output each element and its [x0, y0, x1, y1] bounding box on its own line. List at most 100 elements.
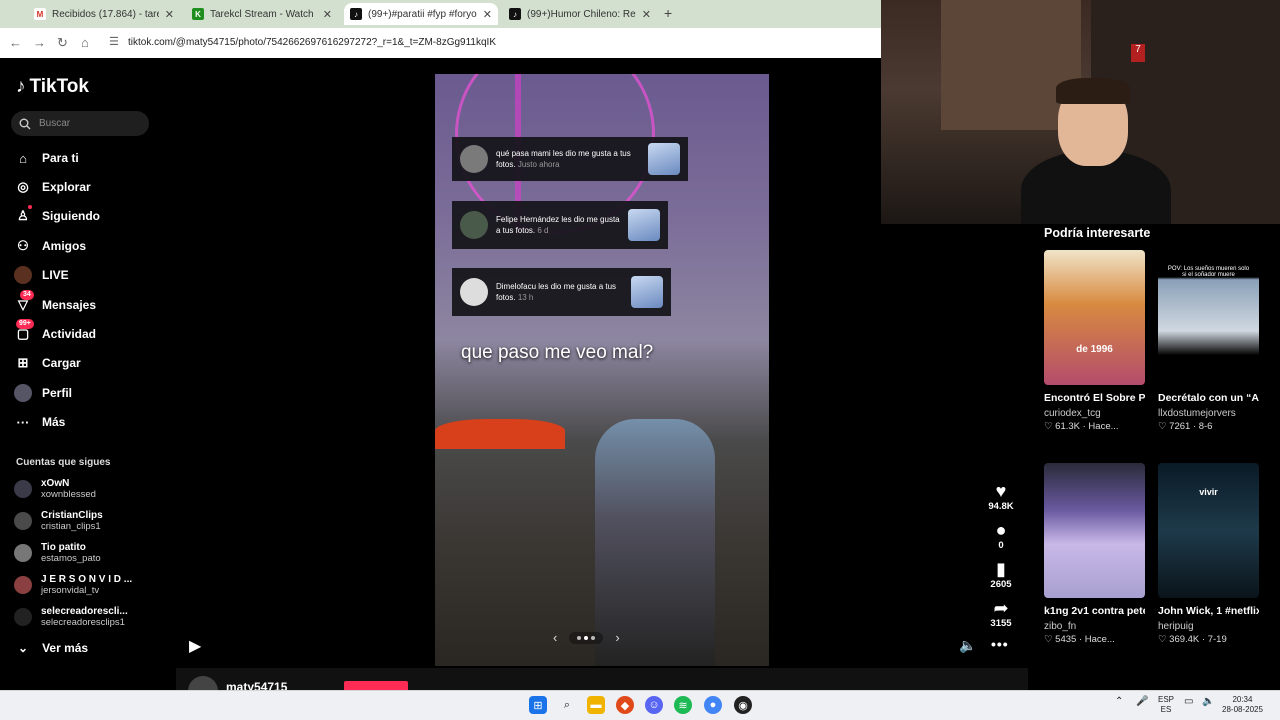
card-title: k1ng 2v1 contra peterbot #fortnite... [1044, 605, 1145, 617]
keyboard-layout: ES [1160, 705, 1172, 714]
tab-tiktok-active[interactable]: ♪ (99+)#paratii #fyp #foryoupag ✕ [344, 3, 498, 25]
heart-icon: ♥ [995, 481, 1007, 501]
discord-icon[interactable]: ☺ [645, 696, 663, 714]
following-item[interactable]: Tio patito estamos_pato [14, 542, 101, 564]
share-button[interactable]: ➦ 3155 [986, 598, 1016, 629]
nav-label: Perfil [42, 386, 73, 400]
post-media[interactable]: qué pasa mami les dio me gusta a tus fot… [435, 74, 769, 666]
tab-kick[interactable]: K Tarekcl Stream - Watch Live on ✕ [186, 3, 338, 25]
avatar [14, 608, 32, 626]
clock-date: 28-08-2025 [1222, 705, 1263, 714]
network-icon[interactable]: ▭ [1184, 697, 1193, 707]
like-button[interactable]: ♥ 94.8K [986, 481, 1016, 512]
tab-gmail[interactable]: M Recibidos (17.864) - tarekabda ✕ [28, 3, 180, 25]
tab-title: (99+)Humor Chileno: René Pun [527, 8, 636, 20]
recommendation-card[interactable]: POV: Los sueños mueren solo si el soñado… [1158, 250, 1259, 432]
volume-icon[interactable]: 🔈 [959, 637, 976, 654]
reload-icon[interactable]: ↻ [57, 35, 68, 51]
card-user: llxdostumejorvers [1158, 408, 1236, 419]
following-header: Cuentas que sigues [16, 457, 111, 468]
volume-icon[interactable]: 🔈 [1202, 697, 1214, 707]
close-icon[interactable]: ✕ [323, 8, 332, 21]
notification-thumbnail [631, 276, 663, 308]
brave-icon[interactable]: ◆ [616, 696, 634, 714]
thumbnail-overlay-text: de 1996 [1076, 344, 1113, 355]
fair-tent [435, 419, 565, 449]
following-handle: jersonvidal_tv [41, 585, 100, 596]
couple-figures [595, 419, 715, 666]
recommendations-header: Podría interesarte [1044, 226, 1151, 240]
nav-label: Amigos [42, 239, 87, 253]
heart-outline-icon: ♡ [1158, 421, 1170, 432]
nav-mensajes[interactable]: ▽ 34 Mensajes [14, 290, 96, 314]
nav-label: LIVE [42, 268, 69, 282]
following-item[interactable]: J E R S O N V I D ... jersonvidal_tv [14, 574, 132, 596]
language-code: ESP [1158, 695, 1175, 704]
notification-text: qué pasa mami les dio me gusta a tus fot… [496, 149, 631, 169]
close-icon[interactable]: ✕ [483, 8, 492, 21]
notification-card: Dimelofacu les dio me gusta a tus fotos.… [452, 268, 671, 316]
kick-icon: K [192, 8, 204, 20]
more-options-icon[interactable]: ••• [991, 636, 1009, 652]
spotify-icon[interactable]: ≋ [674, 696, 692, 714]
chevron-up-icon[interactable]: ⌃ [1115, 697, 1123, 707]
following-item[interactable]: selecreadorescli... selecreadoresclips1 [14, 606, 128, 628]
nav-cargar[interactable]: ⊞ Cargar [14, 354, 81, 372]
chevron-right-icon[interactable]: › [615, 630, 619, 645]
thumbnail: vivir [1158, 463, 1259, 598]
language-indicator[interactable]: ESP ES [1158, 695, 1174, 715]
nav-mas[interactable]: ··· Más [14, 413, 66, 431]
comment-count: 0 [998, 540, 1004, 551]
recommendation-card[interactable]: de 1996 Encontró El Sobre Pokémon MÁS...… [1044, 250, 1145, 432]
recommendation-card[interactable]: vivir John Wick, 1 #netflix #resumendepe… [1158, 463, 1259, 645]
nav-explorar[interactable]: ◎ Explorar [14, 178, 90, 196]
nav-siguiendo[interactable]: ♙ Siguiendo [14, 205, 100, 225]
search-icon[interactable]: ⌕ [558, 696, 576, 714]
save-button[interactable]: ▮ 2605 [986, 559, 1016, 590]
notification-thumbnail [648, 143, 680, 175]
obs-icon[interactable]: ◉ [734, 696, 752, 714]
tiktok-note-icon: ♪ [16, 76, 26, 97]
back-icon[interactable]: ← [9, 35, 22, 50]
forward-icon[interactable]: → [33, 35, 46, 50]
see-more-button[interactable]: ⌄ Ver más [18, 641, 88, 655]
following-name: J E R S O N V I D ... [41, 574, 133, 585]
following-item[interactable]: xOwN xownblessed [14, 478, 96, 500]
microphone-icon[interactable]: 🎤 [1136, 697, 1148, 707]
profile-icon [14, 384, 32, 402]
windows-start-icon[interactable]: ⊞ [529, 696, 547, 714]
webcam-overlay: 7 [881, 0, 1280, 224]
close-icon[interactable]: ✕ [165, 8, 174, 21]
clock[interactable]: 20:34 28-08-2025 [1222, 695, 1263, 715]
recommendation-card[interactable]: k1ng 2v1 contra peterbot #fortnite... zi… [1044, 463, 1145, 645]
nav-live[interactable]: LIVE [14, 266, 69, 284]
tiktok-icon: ♪ [350, 8, 362, 20]
nav-perfil[interactable]: Perfil [14, 384, 72, 402]
play-icon[interactable]: ▶ [189, 636, 201, 656]
avatar [14, 480, 32, 498]
thumbnail-overlay-text: POV: Los sueños mueren solo si el soñado… [1167, 266, 1250, 278]
file-explorer-icon[interactable]: ▬ [587, 696, 605, 714]
following-item[interactable]: CristianClips cristian_clips1 [14, 510, 103, 532]
nav-para-ti[interactable]: ⌂ Para ti [14, 149, 79, 167]
new-tab-button[interactable]: + [664, 5, 672, 21]
tab-title: Tarekcl Stream - Watch Live on [210, 8, 317, 20]
url-field[interactable]: tiktok.com/@maty54715/photo/754266269761… [128, 37, 496, 48]
tiktok-logo[interactable]: ♪ TikTok [16, 76, 89, 98]
tab-tiktok-humor[interactable]: ♪ (99+)Humor Chileno: René Pun ✕ [503, 3, 657, 25]
chrome-icon[interactable]: ● [704, 696, 722, 714]
nav-label: Para ti [42, 151, 79, 165]
bookmark-icon: ▮ [996, 559, 1006, 579]
nav-actividad[interactable]: ▢ 99+ Actividad [14, 319, 97, 343]
close-icon[interactable]: ✕ [642, 8, 651, 21]
site-info-icon[interactable]: ☰ [109, 35, 119, 48]
card-stats: 369.4K · 7-19 [1169, 634, 1227, 645]
see-more-label: Ver más [42, 641, 89, 655]
search-input[interactable]: Buscar [11, 111, 149, 136]
home-icon[interactable]: ⌂ [81, 35, 89, 50]
chevron-left-icon[interactable]: ‹ [553, 630, 557, 645]
nav-amigos[interactable]: ⚇ Amigos [14, 237, 86, 255]
nav-label: Actividad [42, 327, 97, 341]
comment-button[interactable]: ● 0 [986, 520, 1016, 551]
carousel-dots [569, 631, 604, 644]
